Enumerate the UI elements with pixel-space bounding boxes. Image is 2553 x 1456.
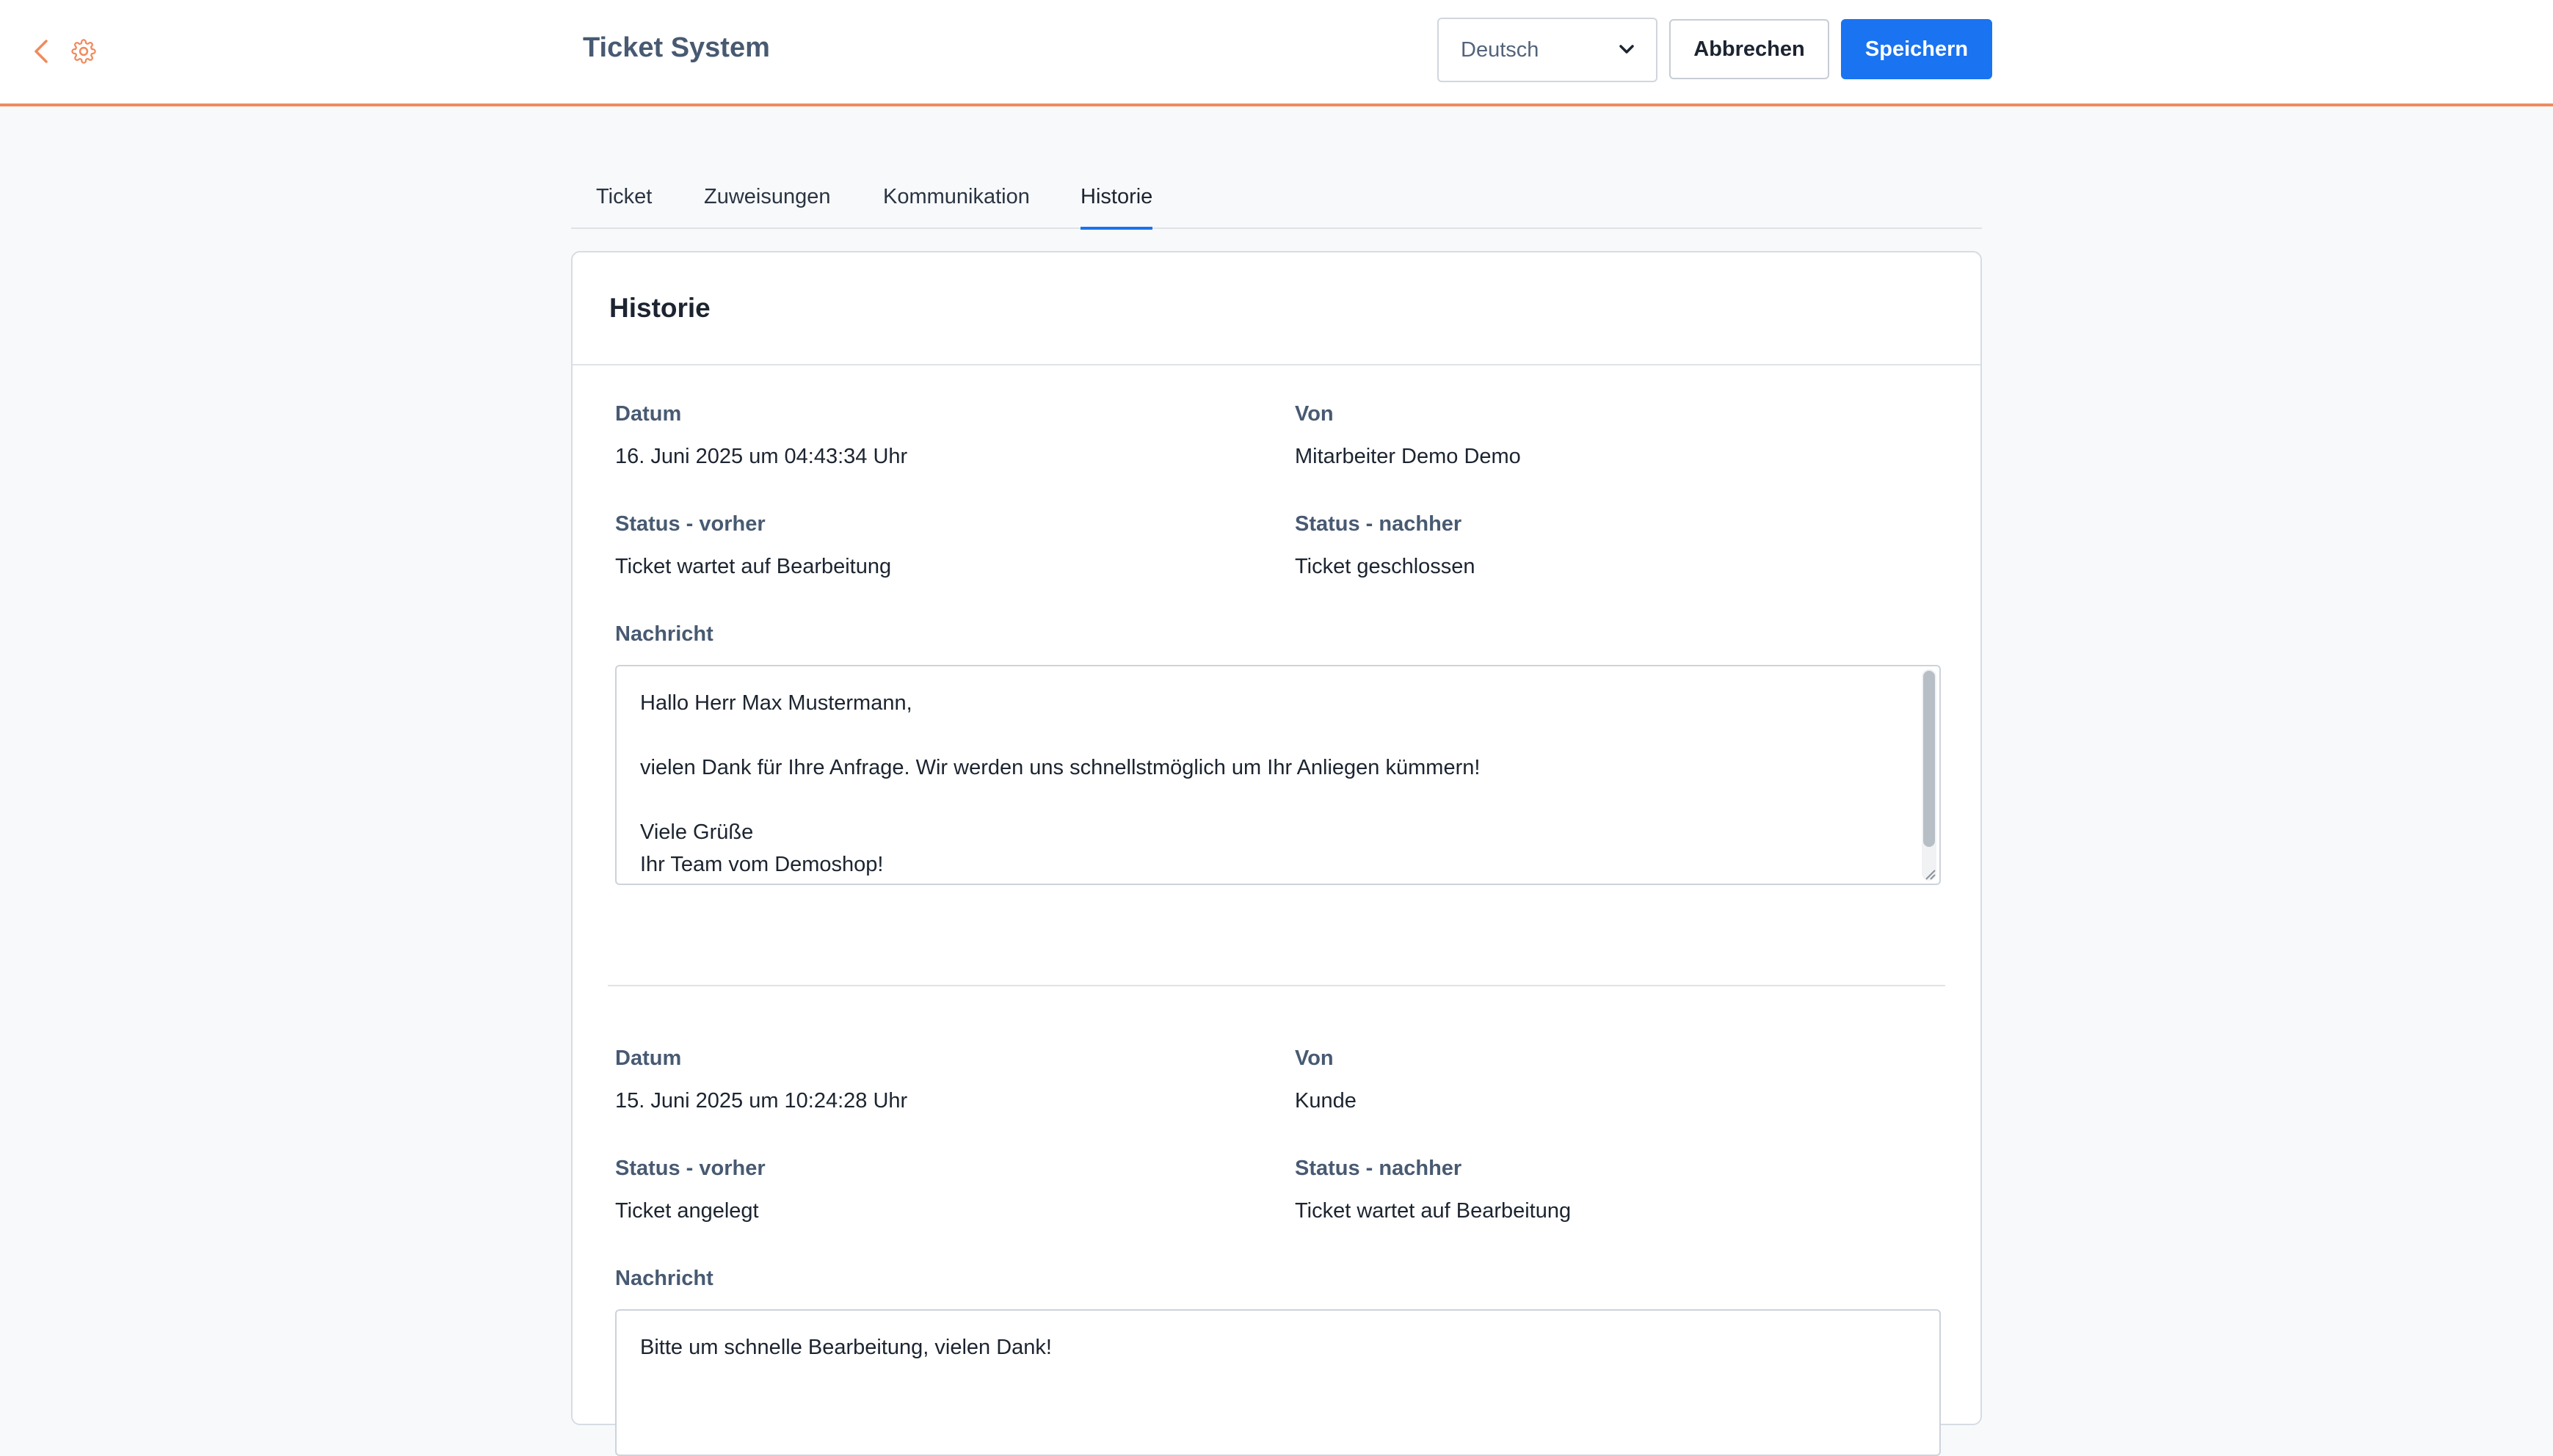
message-textarea[interactable]: Bitte um schnelle Bearbeitung, vielen Da… [615,1309,1941,1456]
page-title: Ticket System [583,32,770,63]
tab-kommunikation[interactable]: Kommunikation [883,185,1030,227]
date-value: 16. Juni 2025 um 04:43:34 Uhr [615,445,908,468]
tab-ticket[interactable]: Ticket [596,185,652,227]
status-before-value: Ticket wartet auf Bearbeitung [615,555,892,578]
history-entry: Datum Von 16. Juni 2025 um 04:43:34 Uhr … [615,402,1941,885]
chevron-down-icon [1619,45,1634,54]
entry-divider [608,985,1945,986]
cancel-button[interactable]: Abbrechen [1669,19,1829,79]
message-label: Nachricht [615,1267,713,1290]
status-after-label: Status - nachher [1295,512,1462,536]
status-before-value: Ticket angelegt [615,1199,759,1223]
message-line: Bitte um schnelle Bearbeitung, vielen Da… [640,1336,1052,1359]
status-after-label: Status - nachher [1295,1157,1462,1180]
history-card: Historie Datum Von 16. Juni 2025 um 04:4… [571,251,1982,1456]
from-value: Mitarbeiter Demo Demo [1295,445,1521,468]
message-line: Hallo Herr Max Mustermann, [640,691,912,715]
from-label: Von [1295,402,1334,426]
message-textarea[interactable]: Hallo Herr Max Mustermann, vielen Dank f… [615,665,1941,885]
back-button[interactable] [25,35,57,68]
scrollbar-thumb[interactable] [1923,671,1935,847]
status-before-label: Status - vorher [615,512,766,536]
message-line [640,719,1916,751]
language-select[interactable]: Deutsch [1437,18,1657,82]
date-value: 15. Juni 2025 um 10:24:28 Uhr [615,1089,908,1113]
status-before-label: Status - vorher [615,1157,766,1180]
from-value: Kunde [1295,1089,1357,1113]
message-line: vielen Dank für Ihre Anfrage. Wir werden… [640,756,1481,779]
card-header: Historie [573,252,1980,365]
date-label: Datum [615,1046,682,1070]
language-select-value: Deutsch [1461,37,1539,62]
tab-historie[interactable]: Historie [1081,185,1153,230]
tab-zuweisungen[interactable]: Zuweisungen [704,185,831,227]
from-label: Von [1295,1046,1334,1070]
date-label: Datum [615,402,682,426]
message-line [640,784,1916,816]
status-after-value: Ticket geschlossen [1295,555,1475,578]
top-bar: Ticket System Deutsch Abbrechen Speicher… [0,0,2553,106]
history-entry: Datum Von 15. Juni 2025 um 10:24:28 Uhr … [615,1046,1941,1456]
gear-icon [71,39,96,64]
chevron-left-icon [34,40,48,63]
resize-grip-icon[interactable] [1923,867,1936,881]
message-line: Ihr Team vom Demoshop! [640,853,884,876]
status-after-value: Ticket wartet auf Bearbeitung [1295,1199,1572,1223]
message-label: Nachricht [615,622,713,646]
card-title: Historie [609,293,711,323]
settings-button[interactable] [68,35,100,68]
message-line: Viele Grüße [640,820,754,844]
save-button[interactable]: Speichern [1841,19,1992,79]
tab-bar: Ticket Zuweisungen Kommunikation Histori… [571,175,1982,230]
